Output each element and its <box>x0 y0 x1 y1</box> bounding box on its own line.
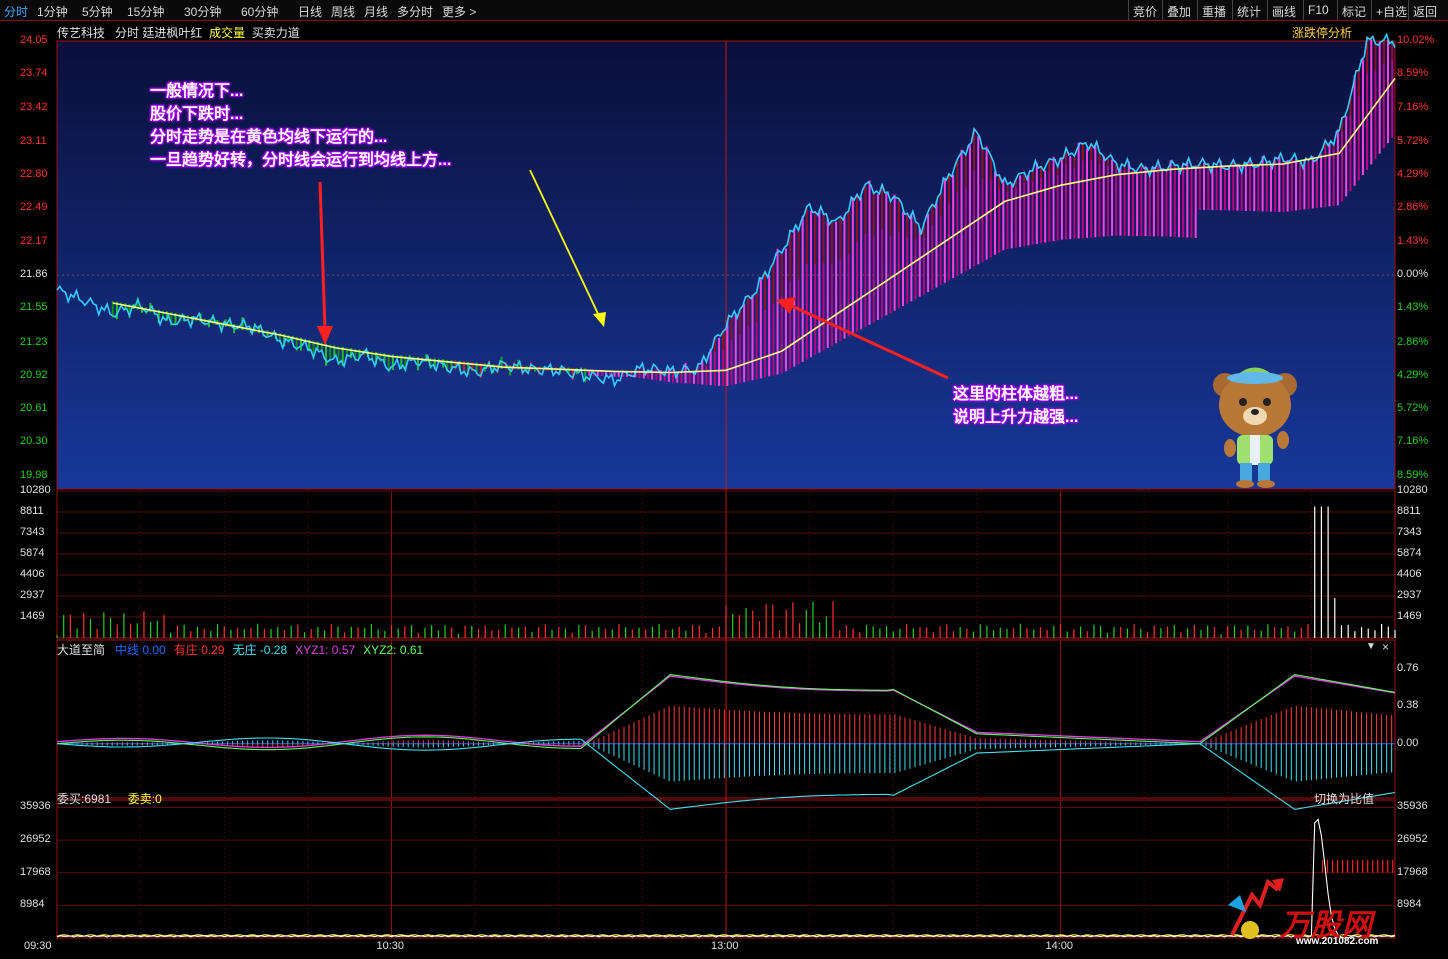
price-tick-label: 19.98 <box>20 469 48 482</box>
price-tick-label: 22.80 <box>20 167 48 180</box>
order-header: 委买:6981 委卖:0 <box>57 790 162 807</box>
annotation-line: 一旦趋势好转，分时线会运行到均线上方... <box>150 152 452 169</box>
annotation-top: 一般情况下... 股价下跌时... 分时走势是在黄色均线下运行的... 一旦趋势… <box>150 80 451 172</box>
mode-label: 分时 <box>115 26 140 40</box>
indicator-tick-label: 0.38 <box>1397 699 1419 712</box>
indicator-panel-name[interactable]: 大道至简 <box>57 643 105 657</box>
percent-tick-label: 2.86% <box>1397 335 1429 348</box>
buy-label: 委买: <box>57 792 85 806</box>
volume-tick-label: 5874 <box>20 547 45 559</box>
order-tick-label: 17968 <box>1397 865 1428 878</box>
price-tick-label: 24.05 <box>20 34 48 46</box>
indicator-name[interactable]: 廷进枫叶红 <box>142 26 202 40</box>
price-tick-label: 21.86 <box>20 268 48 281</box>
annotation-bottom: 这里的柱体越粗... 说明上升力越强... <box>953 383 1078 429</box>
order-tick-label: 8984 <box>1397 898 1422 911</box>
indicator-tick-label: 0.76 <box>1397 661 1419 674</box>
volume-tick-label: 8811 <box>20 505 44 517</box>
volume-tick-label: 10280 <box>1397 484 1428 496</box>
order-tick-label: 8984 <box>20 898 45 911</box>
annotation-line: 说明上升力越强... <box>953 409 1079 426</box>
percent-tick-label: 5.72% <box>1397 134 1429 147</box>
watermark-url: www.201082.com <box>1296 936 1379 947</box>
percent-tick-label: 7.16% <box>1397 434 1429 447</box>
order-tick-label: 35936 <box>1397 800 1428 813</box>
indicator-item-0: 中线 0.00 <box>115 643 166 657</box>
price-tick-label: 21.23 <box>20 335 48 348</box>
buy-value: 6981 <box>84 792 112 806</box>
order-tick-label: 35936 <box>20 800 51 813</box>
volume-tick-label: 4406 <box>20 567 45 580</box>
volume-tick-label: 2937 <box>1397 589 1422 601</box>
force-tab[interactable]: 买卖力道 <box>252 26 300 40</box>
indicator-item-1: 有庄 0.29 <box>173 643 225 657</box>
annotation-line: 分时走势是在黄色均线下运行的... <box>150 129 388 146</box>
price-tick-label: 22.17 <box>20 235 48 247</box>
volume-tab[interactable]: 成交量 <box>209 26 245 40</box>
volume-tick-label: 5874 <box>1397 547 1422 559</box>
indicator-item-3: XYZ1: 0.57 <box>295 643 356 657</box>
switch-ratio-button[interactable]: 切换为比值 <box>1314 790 1374 807</box>
order-tick-label: 26952 <box>1397 833 1428 846</box>
stock-name: 传艺科技 <box>57 26 106 40</box>
annotation-line: 股价下跌时... <box>150 106 244 123</box>
price-tick-label: 23.74 <box>20 67 48 80</box>
indicator-item-2: 无庄 -0.28 <box>232 643 288 657</box>
price-tick-label: 22.49 <box>20 200 48 213</box>
volume-tick-label: 10280 <box>20 484 51 496</box>
time-tick-label: 13:00 <box>711 940 739 952</box>
indicator-tick-label: 0.00 <box>1397 736 1419 749</box>
order-tick-label: 17968 <box>20 865 51 878</box>
time-tick-label: 10:30 <box>376 940 405 952</box>
volume-tick-label: 1469 <box>20 609 45 622</box>
price-tick-label: 20.30 <box>20 434 48 447</box>
percent-tick-label: 7.16% <box>1397 101 1429 114</box>
volume-tick-label: 7343 <box>20 525 45 538</box>
percent-tick-label: 5.72% <box>1397 401 1429 414</box>
volume-tick-label: 7343 <box>1397 525 1422 538</box>
time-tick-label: 09:30 <box>24 940 52 952</box>
percent-tick-label: 8.59% <box>1397 67 1429 80</box>
percent-tick-label: 4.29% <box>1397 368 1429 381</box>
dropdown-icon[interactable]: ▼ <box>1366 641 1376 652</box>
volume-tick-label: 2937 <box>20 589 45 601</box>
limit-analysis-link[interactable]: 涨跌停分析 <box>1292 24 1352 41</box>
main-header: 传艺科技 分时 廷进枫叶红 成交量 买卖力道 <box>57 24 300 41</box>
percent-tick-label: 2.86% <box>1397 200 1429 213</box>
price-tick-label: 23.11 <box>20 134 47 147</box>
sell-value: 0 <box>155 792 162 806</box>
price-tick-label: 20.61 <box>20 401 48 414</box>
price-tick-label: 23.42 <box>20 101 48 114</box>
percent-tick-label: 8.59% <box>1397 469 1429 482</box>
annotation-line: 这里的柱体越粗... <box>953 386 1079 403</box>
close-icon[interactable]: × <box>1382 640 1389 654</box>
indicator-item-4: XYZ2: 0.61 <box>363 643 424 657</box>
volume-tick-label: 1469 <box>1397 609 1422 622</box>
percent-tick-label: 1.43% <box>1397 301 1429 314</box>
price-tick-label: 20.92 <box>20 368 48 381</box>
volume-tick-label: 4406 <box>1397 567 1422 580</box>
percent-tick-label: 1.43% <box>1397 235 1429 247</box>
order-tick-label: 26952 <box>20 833 51 846</box>
percent-tick-label: 10.02% <box>1397 34 1435 46</box>
price-tick-label: 21.55 <box>20 301 48 314</box>
watermark-logo-icon <box>1228 878 1284 939</box>
annotation-line: 一般情况下... <box>150 83 244 100</box>
time-tick-label: 14:00 <box>1045 940 1074 952</box>
sell-label: 委卖: <box>127 792 156 806</box>
percent-tick-label: 0.00% <box>1397 268 1429 281</box>
indicator-header: 大道至简 中线 0.00 有庄 0.29 无庄 -0.28 XYZ1: 0.57 XYZ… <box>57 641 431 658</box>
percent-tick-label: 4.29% <box>1397 167 1429 180</box>
volume-tick-label: 8811 <box>1397 505 1421 517</box>
